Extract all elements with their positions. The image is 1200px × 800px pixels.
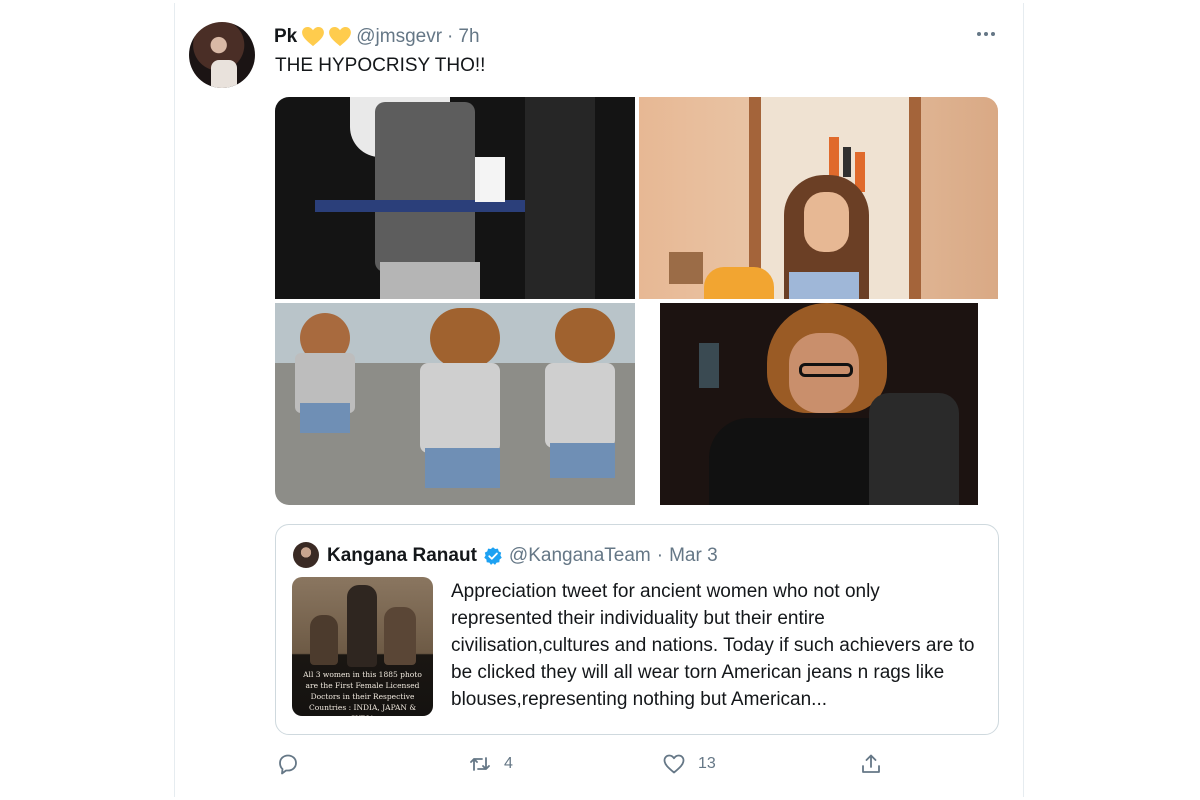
- separator-dot: ·: [656, 545, 664, 566]
- retweet-icon: [470, 757, 490, 771]
- yellow-heart-icon: [329, 27, 352, 47]
- user-handle[interactable]: @jmsgevr: [356, 26, 442, 48]
- reply-icon: [279, 754, 297, 775]
- media-photo-3[interactable]: [275, 303, 635, 505]
- separator-dot: ·: [447, 26, 454, 47]
- quoted-display-name[interactable]: Kangana Ranaut: [327, 545, 477, 567]
- tweet-action-bar: 4 13: [0, 752, 1200, 782]
- quoted-tweet-header: Kangana Ranaut @KanganaTeam · Mar 3: [327, 543, 718, 569]
- tweet-text: THE HYPOCRISY THO!!: [275, 55, 486, 76]
- quoted-user-handle[interactable]: @KanganaTeam: [509, 545, 651, 567]
- thumbnail-caption: All 3 women in this 1885 photo are the F…: [303, 670, 422, 716]
- share-button[interactable]: [859, 752, 883, 776]
- retweet-button[interactable]: 4: [468, 752, 513, 776]
- quoted-user-avatar[interactable]: [293, 542, 319, 568]
- verified-badge-icon: [484, 547, 502, 565]
- share-icon: [862, 754, 880, 773]
- display-name[interactable]: Pk: [274, 26, 297, 48]
- reply-button[interactable]: [276, 752, 312, 776]
- quoted-tweet-text: Appreciation tweet for ancient women who…: [451, 581, 975, 710]
- tweet-header: Pk @jmsgevr · 7h: [274, 25, 480, 49]
- media-grid: [275, 97, 998, 505]
- media-photo-4[interactable]: [639, 303, 998, 505]
- like-button[interactable]: 13: [662, 752, 716, 776]
- quoted-media-thumbnail[interactable]: All 3 women in this 1885 photo are the F…: [292, 577, 433, 716]
- media-photo-1[interactable]: [275, 97, 635, 299]
- tweet-timestamp[interactable]: 7h: [458, 26, 479, 48]
- more-options-icon[interactable]: [974, 22, 998, 46]
- like-count: 13: [698, 755, 716, 772]
- media-photo-2[interactable]: [639, 97, 998, 299]
- like-heart-icon: [663, 754, 685, 774]
- quoted-tweet-date[interactable]: Mar 3: [669, 545, 718, 567]
- user-avatar[interactable]: [189, 22, 255, 88]
- yellow-heart-icon: [302, 27, 325, 47]
- retweet-count: 4: [504, 755, 513, 772]
